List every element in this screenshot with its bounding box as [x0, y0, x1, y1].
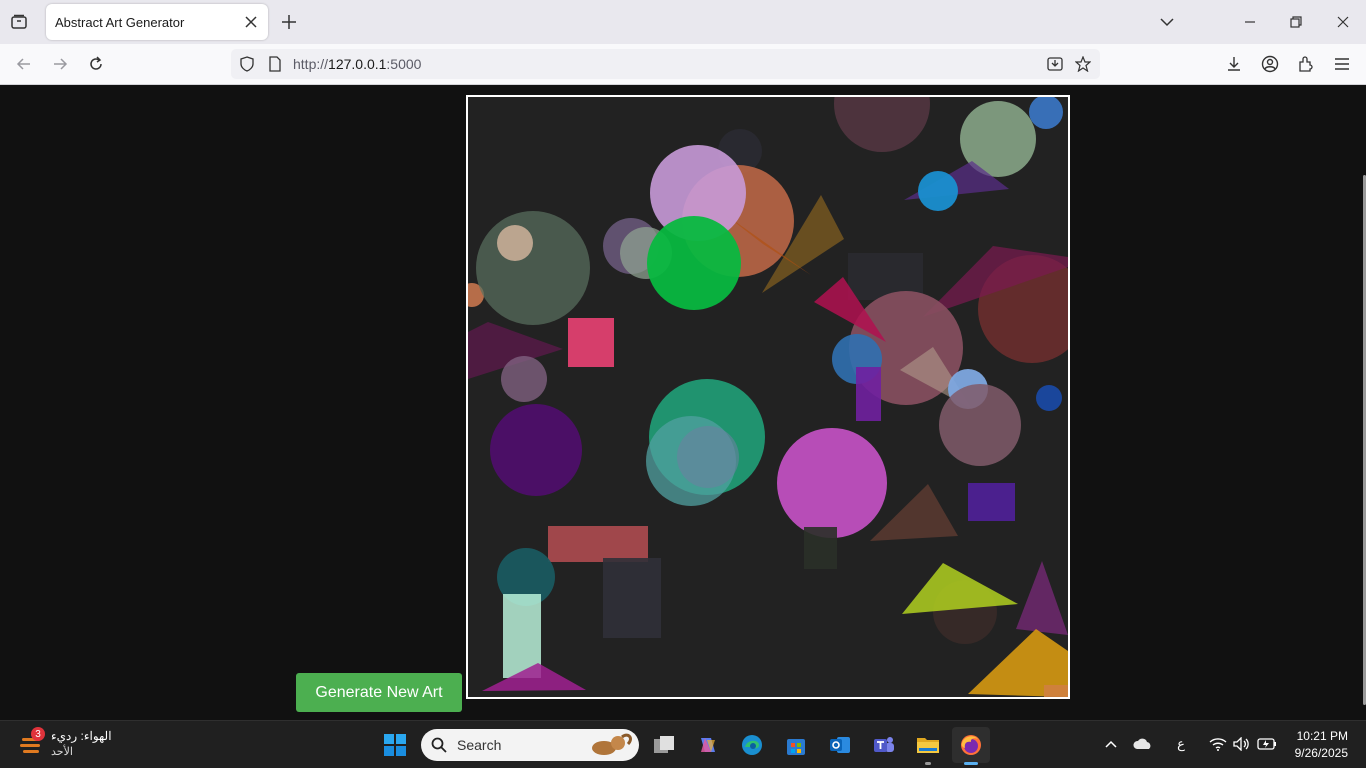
art-circle-15 [647, 216, 741, 310]
install-icon[interactable] [1046, 55, 1064, 73]
generate-new-art-button[interactable]: Generate New Art [296, 673, 462, 712]
art-svg [468, 97, 1068, 697]
url-port: :5000 [386, 56, 422, 72]
close-icon[interactable] [242, 13, 260, 31]
language-indicator[interactable]: ع [1172, 735, 1190, 753]
windows-start-icon[interactable] [383, 733, 407, 757]
search-label: Search [457, 737, 502, 753]
art-circle-8 [497, 225, 533, 261]
teams-icon[interactable] [872, 733, 896, 757]
copilot-icon[interactable] [696, 733, 720, 757]
firefox-icon[interactable] [952, 727, 990, 763]
browser-tab-bar: Abstract Art Generator [0, 0, 1366, 44]
art-rect-47 [1044, 685, 1068, 697]
art-circle-30 [490, 404, 582, 496]
tab-title: Abstract Art Generator [55, 15, 185, 30]
chevron-up-icon[interactable] [1102, 735, 1120, 753]
weather-text[interactable]: الهواء: رديء [51, 729, 112, 743]
art-rect-37 [804, 527, 837, 569]
taskbar-search[interactable]: Search [421, 729, 639, 761]
reload-icon[interactable] [86, 54, 106, 74]
art-rect-38 [548, 526, 648, 562]
bookmark-star-icon[interactable] [1074, 55, 1092, 73]
art-rect-24 [856, 367, 881, 421]
art-circle-28 [1036, 385, 1062, 411]
tab-abstract-art-generator[interactable]: Abstract Art Generator [46, 4, 268, 40]
url-host: 127.0.0.1 [328, 56, 387, 72]
outlook-icon[interactable] [828, 733, 852, 757]
volume-icon[interactable] [1232, 735, 1252, 753]
explorer-indicator [925, 762, 931, 765]
search-icon [431, 737, 447, 753]
windows-taskbar: 3 الهواء: رديء الأحد Search ع 10:21 PM 9… [0, 720, 1366, 768]
account-icon[interactable] [1260, 54, 1280, 74]
minimize-icon[interactable] [1241, 13, 1259, 31]
wifi-icon[interactable] [1208, 735, 1228, 753]
tab-list-icon[interactable] [1158, 13, 1176, 31]
file-explorer-icon[interactable] [916, 733, 940, 757]
onedrive-icon[interactable] [1132, 735, 1154, 753]
art-canvas [466, 95, 1070, 699]
art-circle-34 [777, 428, 887, 538]
art-rect-36 [968, 483, 1015, 521]
store-icon[interactable] [784, 733, 808, 757]
task-view-icon[interactable] [652, 733, 676, 757]
art-rect-39 [603, 558, 661, 638]
clock-time[interactable]: 10:21 PM [1297, 729, 1348, 743]
tab-overview-icon[interactable] [10, 13, 28, 31]
url-bar[interactable]: http://127.0.0.1:5000 [231, 49, 1100, 79]
edge-icon[interactable] [740, 733, 764, 757]
window-close-icon[interactable] [1334, 13, 1352, 31]
art-circle-5 [918, 171, 958, 211]
page-icon[interactable] [267, 56, 283, 72]
restore-icon[interactable] [1287, 13, 1305, 31]
page-content: Generate New Art [0, 85, 1366, 720]
browser-nav-bar: http://127.0.0.1:5000 [0, 44, 1366, 85]
art-rect-18 [568, 318, 614, 367]
weather-day: الأحد [51, 746, 73, 758]
search-highlight-icon [587, 731, 635, 759]
art-circle-7 [476, 211, 590, 325]
url-text[interactable]: http://127.0.0.1:5000 [293, 56, 421, 72]
battery-icon[interactable] [1256, 735, 1278, 753]
menu-icon[interactable] [1332, 54, 1352, 74]
new-tab-icon[interactable] [280, 13, 298, 31]
art-circle-33 [677, 426, 739, 488]
art-circle-29 [501, 356, 547, 402]
weather-badge: 3 [31, 727, 45, 741]
forward-icon[interactable] [50, 54, 70, 74]
shield-icon[interactable] [239, 56, 255, 72]
firefox-active-indicator [964, 762, 978, 765]
back-icon[interactable] [14, 54, 34, 74]
clock-date[interactable]: 9/26/2025 [1295, 746, 1348, 760]
download-icon[interactable] [1224, 54, 1244, 74]
url-scheme: http:// [293, 56, 329, 72]
art-circle-27 [939, 384, 1021, 466]
extensions-icon[interactable] [1296, 54, 1316, 74]
